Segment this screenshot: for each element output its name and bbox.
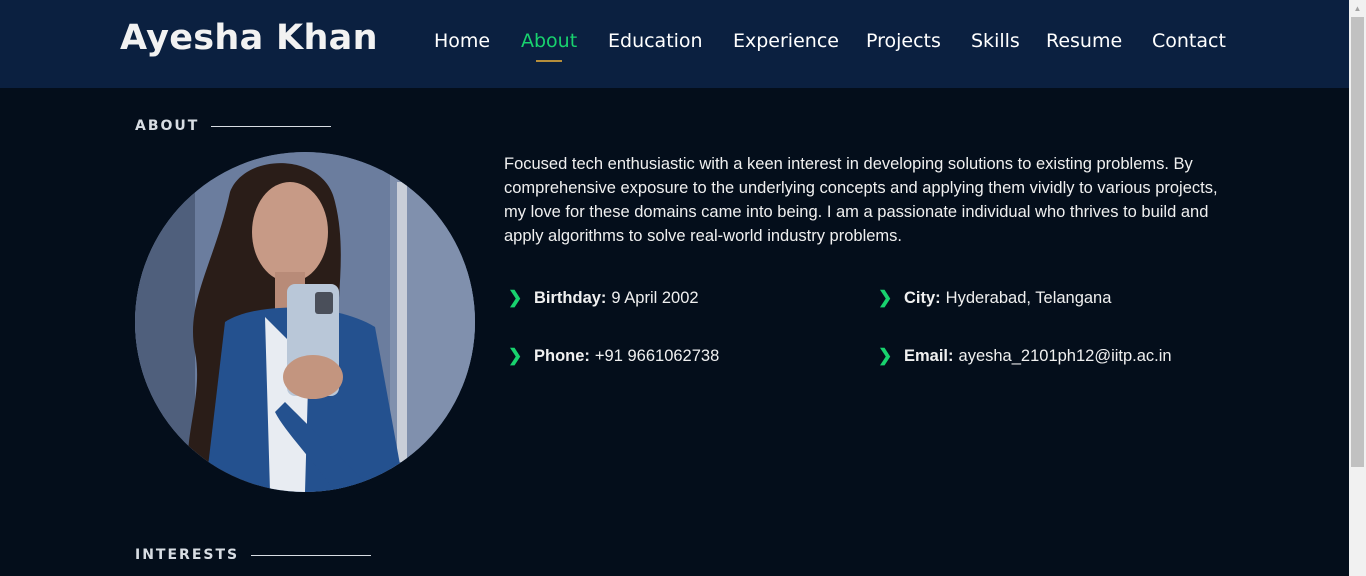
about-bio: Focused tech enthusiastic with a keen in… [504,155,1218,245]
interests-title-text: INTERESTS [135,547,240,563]
nav-experience[interactable]: Experience [733,30,839,52]
interests-section-title: INTERESTS [135,547,372,563]
nav-education[interactable]: Education [608,30,703,52]
about-section-title: ABOUT [135,118,332,134]
page: Ayesha Khan Home About Education Experie… [0,0,1366,576]
about-title-divider [211,125,332,127]
nav-resume[interactable]: Resume [1046,30,1122,52]
about-title-text: ABOUT [135,118,200,134]
info-email: ❯ Email: ayesha_2101ph12@iitp.ac.in [878,346,1172,366]
nav-about[interactable]: About [521,30,577,62]
chevron-right-icon: ❯ [508,288,523,307]
email-value[interactable]: ayesha_2101ph12@iitp.ac.in [959,347,1172,366]
chevron-right-icon: ❯ [878,288,893,307]
scroll-up-arrow-icon[interactable]: ▲ [1349,0,1366,17]
site-header: Ayesha Khan Home About Education Experie… [0,0,1349,88]
email-label: Email: [904,346,954,365]
info-birthday: ❯ Birthday: 9 April 2002 [508,288,699,308]
chevron-right-icon: ❯ [878,346,893,365]
profile-photo-illustration [135,152,475,492]
birthday-value: 9 April 2002 [611,288,699,307]
profile-photo [135,152,475,492]
phone-value: +91 9661062738 [594,346,720,365]
city-value: Hyderabad, Telangana [945,288,1112,307]
nav-home[interactable]: Home [434,30,490,52]
birthday-label: Birthday: [534,288,607,307]
info-city: ❯ City: Hyderabad, Telangana [878,288,1111,308]
interests-title-divider [251,554,372,556]
page-scrollbar[interactable]: ▲ [1349,0,1366,576]
nav-projects[interactable]: Projects [866,30,941,52]
info-phone: ❯ Phone: +91 9661062738 [508,346,719,366]
site-logo[interactable]: Ayesha Khan [120,18,378,58]
phone-label: Phone: [534,346,590,365]
nav-contact[interactable]: Contact [1152,30,1226,52]
chevron-right-icon: ❯ [508,346,523,365]
nav-skills[interactable]: Skills [971,30,1020,52]
city-label: City: [904,288,941,307]
scrollbar-thumb[interactable] [1351,17,1364,467]
